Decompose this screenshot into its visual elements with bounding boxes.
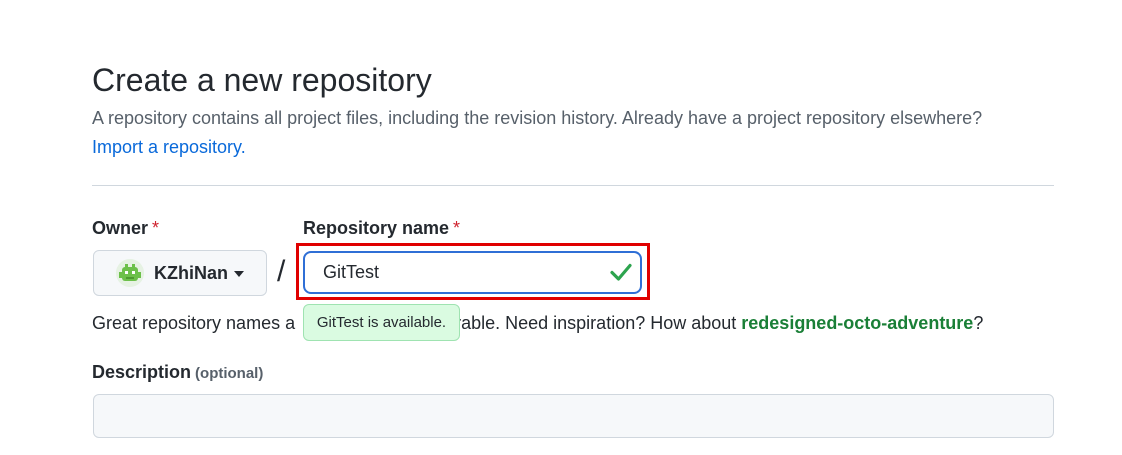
owner-label-text: Owner (92, 218, 149, 238)
helper-text-suffix: ? (973, 313, 984, 333)
helper-text-middle: orable. Need inspiration? How about (445, 313, 742, 333)
owner-label: Owner * (92, 216, 159, 240)
repository-name-label-text: Repository name (303, 218, 450, 238)
owner-dropdown-button[interactable]: KZhiNan (93, 250, 267, 296)
availability-tooltip: GitTest is available. (303, 304, 460, 341)
description-input[interactable] (93, 394, 1054, 438)
description-label: Description (optional) (92, 360, 263, 386)
page-title: Create a new repository (92, 62, 432, 98)
repository-name-input[interactable] (303, 251, 642, 294)
robot-avatar-icon (116, 259, 144, 287)
repository-name-label: Repository name * (303, 216, 460, 240)
helper-text-prefix: Great repository names a (92, 313, 296, 333)
description-label-text: Description (92, 362, 192, 382)
owner-required-mark: * (152, 218, 160, 238)
section-divider (92, 185, 1054, 186)
owner-name: KZhiNan (154, 262, 228, 283)
page-subtitle: A repository contains all project files,… (92, 108, 983, 128)
caret-down-icon (234, 271, 244, 277)
description-optional-mark: (optional) (195, 365, 264, 382)
owner-repo-separator: / (277, 255, 286, 288)
repository-name-required-mark: * (453, 218, 461, 238)
suggested-name-link[interactable]: redesigned-octo-adventure (741, 313, 973, 333)
check-icon (609, 260, 633, 284)
import-repository-link[interactable]: Import a repository. (92, 135, 246, 159)
repository-name-helper-text: Great repository names a orable. Need ins… (92, 311, 983, 335)
